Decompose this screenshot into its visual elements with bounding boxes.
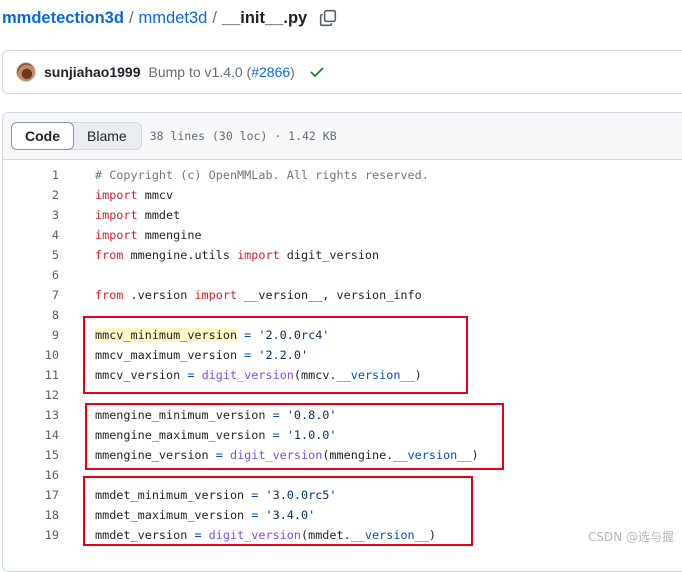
file-meta: 38 lines (30 loc) · 1.42 KB bbox=[149, 129, 337, 143]
line-number[interactable]: 16 bbox=[3, 465, 59, 485]
annotation-box-mmdet bbox=[83, 476, 473, 546]
line-number[interactable]: 13 bbox=[3, 405, 59, 425]
line-number[interactable]: 6 bbox=[3, 265, 59, 285]
code-token: mmdet bbox=[137, 208, 181, 222]
breadcrumb-separator: / bbox=[128, 8, 134, 27]
line-number[interactable]: 11 bbox=[3, 365, 59, 385]
breadcrumb-file-name: __init__.py bbox=[221, 8, 308, 27]
commit-pr-link[interactable]: #2866 bbox=[251, 64, 290, 80]
code-text: import mmengine bbox=[95, 225, 202, 245]
line-number[interactable]: 5 bbox=[3, 245, 59, 265]
line-number[interactable]: 3 bbox=[3, 205, 59, 225]
tab-blame[interactable]: Blame bbox=[73, 123, 141, 149]
code-token: from bbox=[95, 288, 124, 302]
line-number[interactable]: 17 bbox=[3, 485, 59, 505]
watermark: CSDN @选与握 bbox=[587, 530, 674, 544]
code-token: digit_version bbox=[279, 248, 380, 262]
line-number[interactable]: 8 bbox=[3, 305, 59, 325]
code-token: mmengine.utils bbox=[123, 248, 238, 262]
code-line: 3 import mmdet bbox=[3, 205, 682, 225]
view-mode-toggle: Code Blame bbox=[11, 122, 142, 150]
breadcrumb-separator: / bbox=[212, 8, 217, 27]
code-token: import bbox=[95, 208, 138, 222]
commit-message-suffix: ) bbox=[290, 64, 295, 80]
code-text: # Copyright (c) OpenMMLab. All rights re… bbox=[95, 165, 429, 185]
code-line: 7 from .version import __version__, versi… bbox=[3, 285, 682, 305]
code-text: from mmengine.utils import digit_version bbox=[95, 245, 379, 265]
code-token: import bbox=[237, 248, 280, 262]
code-line: 1 # Copyright (c) OpenMMLab. All rights r… bbox=[3, 165, 682, 185]
latest-commit-bar: sunjiahao1999 Bump to v1.4.0 (#2866) bbox=[2, 50, 682, 94]
line-number[interactable]: 7 bbox=[3, 285, 59, 305]
annotation-box-mmcv bbox=[83, 316, 468, 394]
code-text: from .version import __version__, versio… bbox=[95, 285, 422, 305]
code-token: from bbox=[95, 248, 124, 262]
code-token: # Copyright (c) OpenMMLab. All rights re… bbox=[95, 168, 429, 182]
code-token: import bbox=[95, 188, 138, 202]
code-token: __version__, version_info bbox=[237, 288, 422, 302]
commit-message-text: Bump to v1.4.0 ( bbox=[148, 64, 252, 80]
line-number[interactable]: 1 bbox=[3, 165, 59, 185]
copy-path-icon[interactable] bbox=[319, 9, 337, 27]
breadcrumb-folder-link[interactable]: mmdet3d bbox=[139, 9, 208, 28]
file-header: Code Blame 38 lines (30 loc) · 1.42 KB bbox=[3, 113, 682, 160]
code-token: import bbox=[95, 228, 138, 242]
tab-code[interactable]: Code bbox=[11, 122, 74, 150]
line-number[interactable]: 10 bbox=[3, 345, 59, 365]
code-line: 2 import mmcv bbox=[3, 185, 682, 205]
code-line: 6 bbox=[3, 265, 682, 285]
code-token: mmcv bbox=[137, 188, 174, 202]
line-number[interactable]: 4 bbox=[3, 225, 59, 245]
annotation-box-mmengine bbox=[85, 403, 504, 470]
code-token: .version bbox=[123, 288, 195, 302]
breadcrumb-repo-link[interactable]: mmdetection3d bbox=[2, 9, 124, 28]
commit-author[interactable]: sunjiahao1999 bbox=[44, 64, 141, 80]
code-token: import bbox=[194, 288, 238, 302]
line-number[interactable]: 2 bbox=[3, 185, 59, 205]
breadcrumb: mmdetection3d / mmdet3d / __init__.py bbox=[2, 6, 337, 30]
line-number[interactable]: 9 bbox=[3, 325, 59, 345]
line-number[interactable]: 12 bbox=[3, 385, 59, 405]
line-number[interactable]: 15 bbox=[3, 445, 59, 465]
avatar[interactable] bbox=[16, 62, 36, 82]
check-icon[interactable] bbox=[309, 64, 325, 80]
code-text: import mmcv bbox=[95, 185, 173, 205]
line-number[interactable]: 14 bbox=[3, 425, 59, 445]
code-line: 5 from mmengine.utils import digit_versio… bbox=[3, 245, 682, 265]
code-token: mmengine bbox=[137, 228, 202, 242]
line-number[interactable]: 19 bbox=[3, 525, 59, 545]
line-number[interactable]: 18 bbox=[3, 505, 59, 525]
code-line: 4 import mmengine bbox=[3, 225, 682, 245]
commit-message[interactable]: Bump to v1.4.0 (#2866) bbox=[149, 64, 295, 80]
code-text: import mmdet bbox=[95, 205, 180, 225]
